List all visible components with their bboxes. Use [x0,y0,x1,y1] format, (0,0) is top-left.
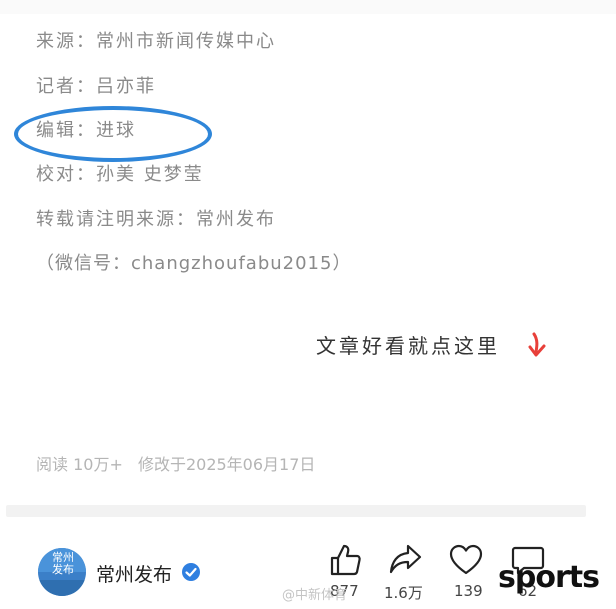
reporter-line: 记者：吕亦菲 [36,76,156,97]
thumbs-up-icon[interactable] [326,542,366,578]
favorite-count: 139 [454,582,483,600]
watermark-text: @中新体育 [282,588,348,603]
reprint-line: 转载请注明来源：常州发布 [36,209,276,230]
top-band [0,0,616,14]
wechat-id-line: （微信号：changzhoufabu2015） [36,253,352,274]
verified-icon [182,563,200,581]
modified-date: 修改于2025年06月17日 [137,455,316,474]
down-arrow-icon [528,332,546,357]
like-prompt[interactable]: 文章好看就点这里 [316,330,500,359]
share-arrow-icon[interactable] [386,542,426,578]
account-name[interactable]: 常州发布 [96,560,172,587]
source-line: 来源：常州市新闻传媒中心 [36,31,276,52]
proofreader-line: 校对：孙美 史梦莹 [36,164,204,185]
divider [6,505,586,517]
article-stats: 阅读 10万+ 修改于2025年06月17日 [36,451,325,475]
heart-icon[interactable] [446,542,486,578]
sports-watermark: sports [498,560,600,595]
avatar-text: 常州 发布 [52,551,74,576]
share-count: 1.6万 [384,584,423,602]
avatar[interactable]: 常州 发布 [38,548,86,596]
read-count: 阅读 10万+ [36,455,123,474]
highlight-circle [14,106,212,162]
